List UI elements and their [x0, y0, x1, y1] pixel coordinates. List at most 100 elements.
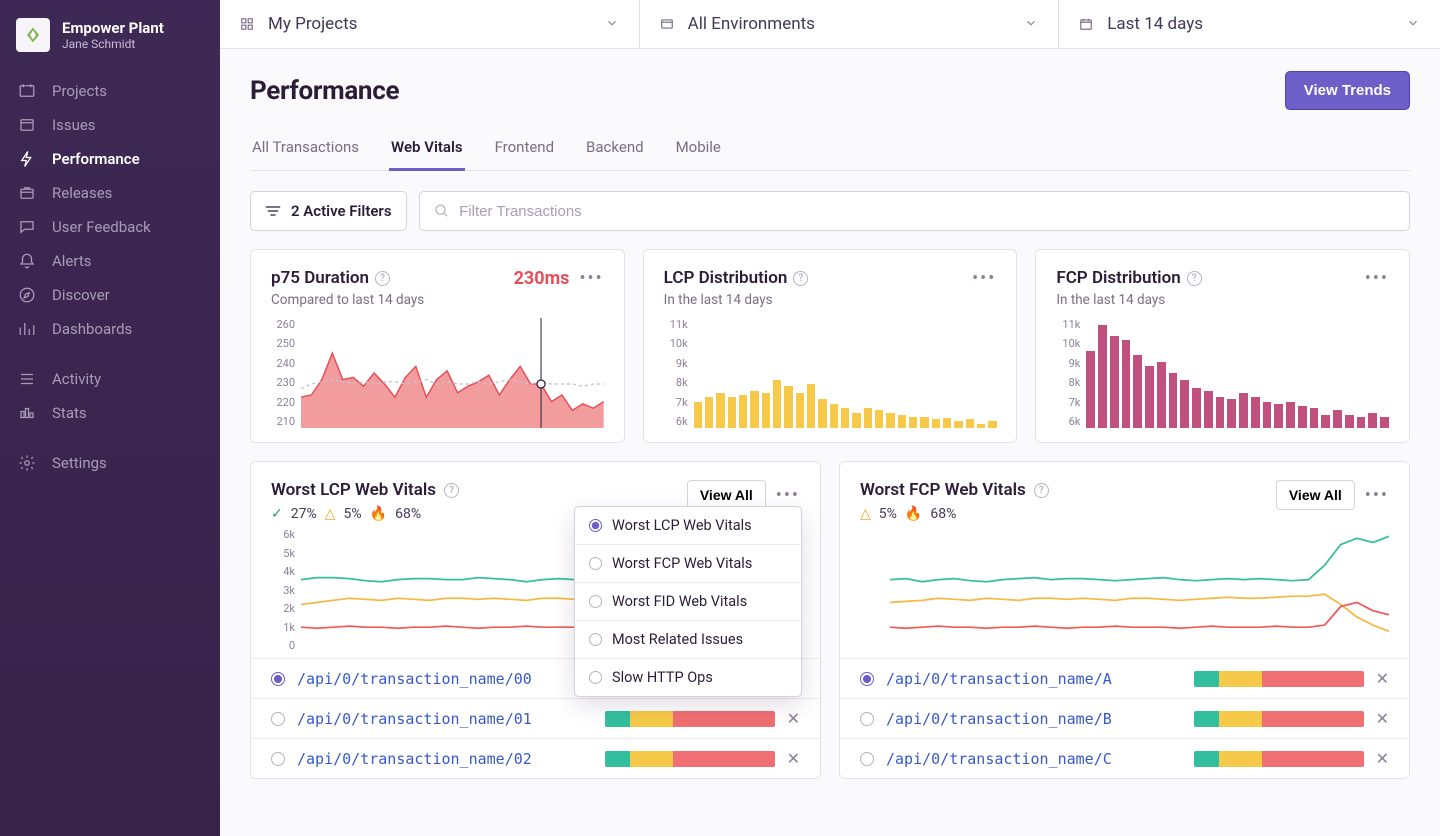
radio-icon[interactable] [271, 752, 285, 766]
worst-lcp-card: Worst LCP Web Vitals? ✓27% △5% 🔥68% View… [250, 461, 821, 779]
card-menu-button[interactable]: ••• [1365, 485, 1389, 506]
help-icon[interactable]: ? [444, 483, 459, 498]
filters-label: 2 Active Filters [291, 202, 392, 220]
radio-icon [589, 671, 602, 684]
table-row: /api/0/transaction_name/02 ✕ [251, 739, 820, 778]
brand[interactable]: Empower Plant Jane Schmidt [0, 18, 220, 74]
sidebar-item-dashboards[interactable]: Dashboards [0, 312, 220, 346]
card-menu-button[interactable]: ••• [1365, 268, 1389, 289]
tab-mobile[interactable]: Mobile [674, 128, 723, 170]
close-icon[interactable]: ✕ [787, 709, 800, 728]
transaction-link[interactable]: /api/0/transaction_name/02 [297, 750, 593, 768]
sidebar-item-performance[interactable]: Performance [0, 142, 220, 176]
projects-selector[interactable]: My Projects [220, 0, 640, 48]
tab-backend[interactable]: Backend [584, 128, 646, 170]
sidebar-label: Alerts [52, 252, 92, 270]
fcp-chart [1086, 318, 1389, 428]
card-menu-button[interactable]: ••• [579, 268, 603, 289]
search-input-wrapper[interactable] [419, 191, 1410, 231]
feedback-icon [16, 218, 38, 236]
radio-icon[interactable] [271, 672, 285, 686]
brand-logo-icon [16, 18, 50, 52]
sidebar: Empower Plant Jane Schmidt Projects Issu… [0, 0, 220, 836]
radio-icon[interactable] [860, 752, 874, 766]
transaction-link[interactable]: /api/0/transaction_name/C [886, 750, 1182, 768]
sidebar-item-projects[interactable]: Projects [0, 74, 220, 108]
brand-title: Empower Plant [62, 19, 164, 37]
brand-user: Jane Schmidt [62, 37, 164, 51]
chevron-down-icon [1024, 15, 1038, 34]
view-trends-button[interactable]: View Trends [1285, 71, 1410, 110]
worst-fcp-card: Worst FCP Web Vitals? △5% 🔥68% View All … [839, 461, 1410, 779]
active-filters-button[interactable]: 2 Active Filters [250, 191, 407, 231]
table-row: /api/0/transaction_name/01 ✕ [251, 699, 820, 739]
y-axis-labels: 11k10k9k8k7k6k [1056, 318, 1086, 428]
tab-web-vitals[interactable]: Web Vitals [389, 128, 465, 171]
p75-duration-card: p75 Duration? Compared to last 14 days 2… [250, 249, 625, 443]
sidebar-item-issues[interactable]: Issues [0, 108, 220, 142]
worst-fcp-chart [890, 528, 1389, 652]
ok-icon: ✓ [271, 506, 283, 522]
sidebar-item-stats[interactable]: Stats [0, 396, 220, 430]
tab-frontend[interactable]: Frontend [493, 128, 556, 170]
sidebar-label: Stats [52, 404, 87, 422]
popover-item[interactable]: Slow HTTP Ops [575, 659, 801, 696]
help-icon[interactable]: ? [793, 271, 808, 286]
grid-icon [240, 16, 256, 32]
search-input[interactable] [459, 203, 1395, 220]
dashboards-icon [16, 320, 38, 338]
sidebar-label: Settings [52, 454, 107, 472]
radio-icon[interactable] [860, 672, 874, 686]
popover-item[interactable]: Worst FID Web Vitals [575, 583, 801, 621]
transaction-link[interactable]: /api/0/transaction_name/A [886, 670, 1182, 688]
radio-icon [589, 557, 602, 570]
popover-item[interactable]: Most Related Issues [575, 621, 801, 659]
card-subtitle: Compared to last 14 days [271, 292, 424, 308]
help-icon[interactable]: ? [1187, 271, 1202, 286]
help-icon[interactable]: ? [1034, 483, 1049, 498]
projects-icon [16, 82, 38, 100]
sidebar-item-activity[interactable]: Activity [0, 362, 220, 396]
sidebar-item-releases[interactable]: Releases [0, 176, 220, 210]
radio-icon[interactable] [271, 712, 285, 726]
sidebar-item-alerts[interactable]: Alerts [0, 244, 220, 278]
view-all-button[interactable]: View All [1276, 480, 1355, 510]
card-value: 230ms [514, 268, 570, 289]
help-icon[interactable]: ? [375, 271, 390, 286]
transaction-link[interactable]: /api/0/transaction_name/B [886, 710, 1182, 728]
stats-line: ✓27% △5% 🔥68% [271, 506, 459, 522]
close-icon[interactable]: ✕ [1376, 669, 1389, 688]
sidebar-label: User Feedback [52, 218, 151, 236]
popover-item[interactable]: Worst FCP Web Vitals [575, 545, 801, 583]
card-menu-button[interactable]: ••• [776, 485, 800, 506]
y-axis-labels: 11k10k9k8k7k6k [664, 318, 694, 428]
time-selector[interactable]: Last 14 days [1059, 0, 1440, 48]
radio-icon [589, 595, 602, 608]
environments-selector[interactable]: All Environments [640, 0, 1060, 48]
transaction-link[interactable]: /api/0/transaction_name/00 [297, 670, 593, 688]
distribution-bar [605, 751, 775, 767]
popover-item[interactable]: Worst LCP Web Vitals [575, 507, 801, 545]
issues-icon [16, 116, 38, 134]
sidebar-item-settings[interactable]: Settings [0, 446, 220, 480]
topbar: My Projects All Environments Last 14 day… [220, 0, 1440, 49]
close-icon[interactable]: ✕ [1376, 709, 1389, 728]
distribution-bar [1194, 711, 1364, 727]
calendar-icon [1079, 16, 1095, 32]
filter-icon [265, 205, 281, 217]
radio-icon[interactable] [860, 712, 874, 726]
discover-icon [16, 286, 38, 304]
close-icon[interactable]: ✕ [787, 749, 800, 768]
transaction-link[interactable]: /api/0/transaction_name/01 [297, 710, 593, 728]
lcp-chart [694, 318, 997, 428]
stats-icon [16, 404, 38, 422]
card-subtitle: In the last 14 days [664, 292, 809, 308]
card-menu-button[interactable]: ••• [972, 268, 996, 289]
close-icon[interactable]: ✕ [1376, 749, 1389, 768]
sidebar-item-discover[interactable]: Discover [0, 278, 220, 312]
distribution-bar [1194, 751, 1364, 767]
tab-all-transactions[interactable]: All Transactions [250, 128, 361, 170]
sidebar-item-user-feedback[interactable]: User Feedback [0, 210, 220, 244]
radio-icon [589, 519, 602, 532]
chevron-down-icon [605, 15, 619, 34]
